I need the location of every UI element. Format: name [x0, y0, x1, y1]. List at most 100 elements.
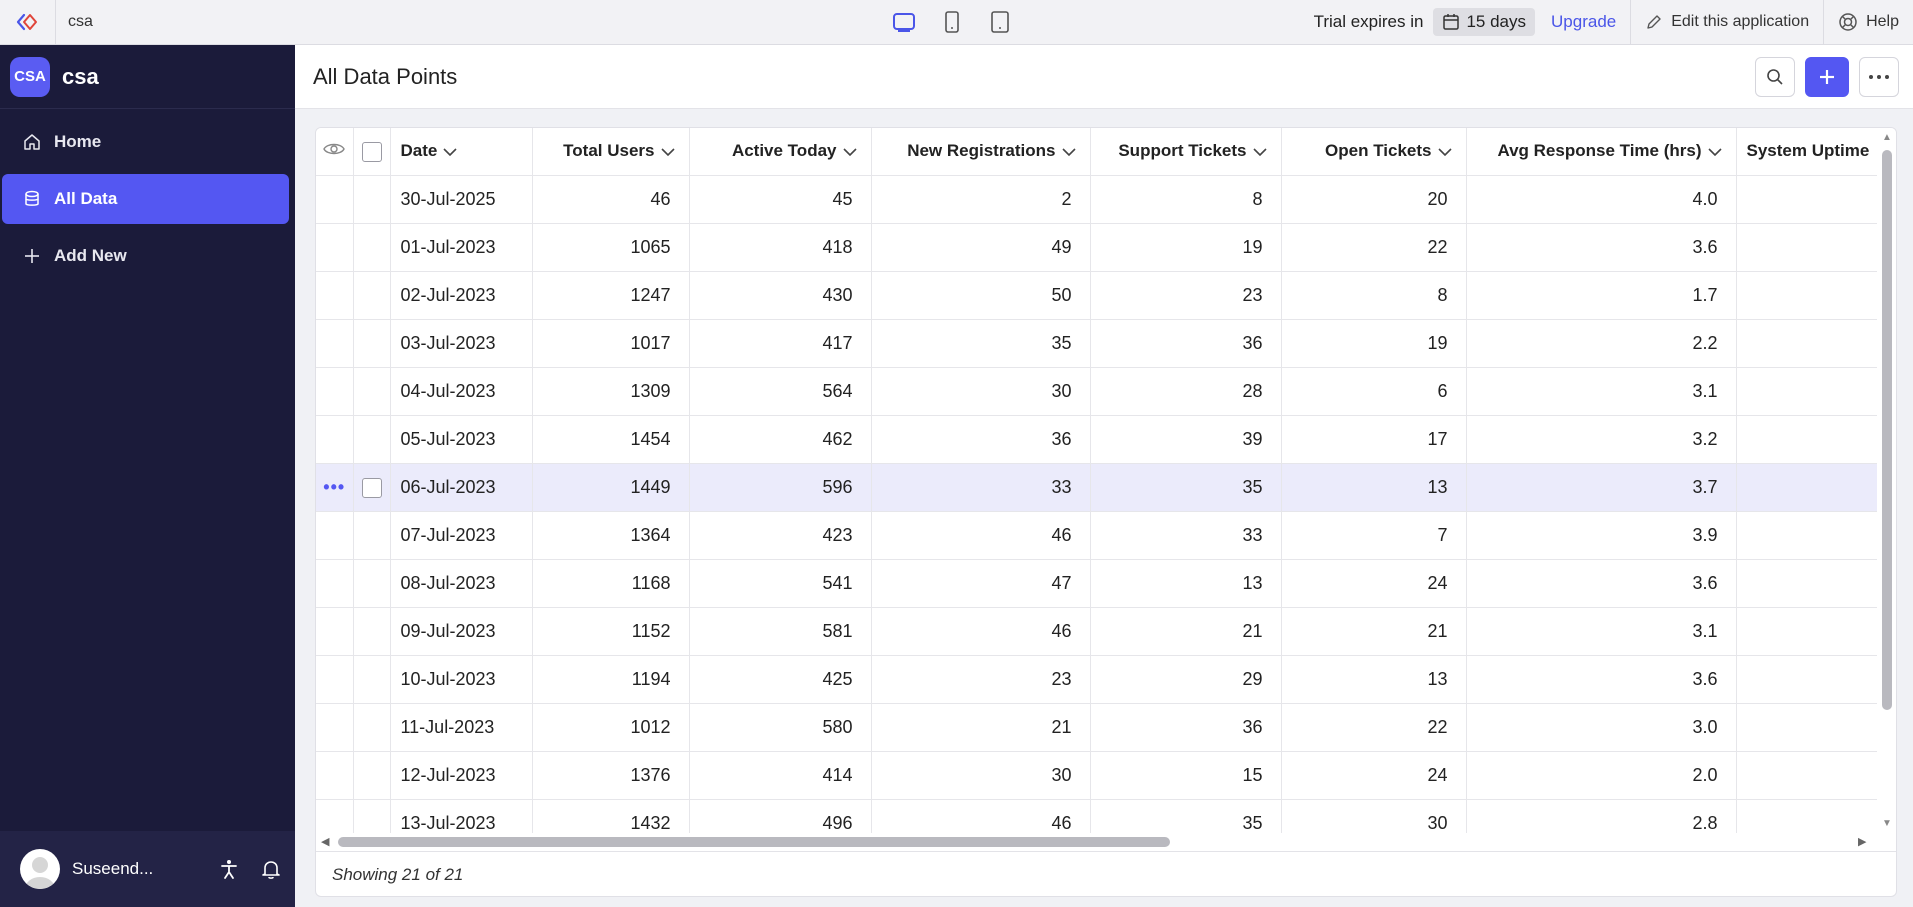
table-cell[interactable]	[1736, 319, 1879, 368]
row-actions-cell[interactable]	[316, 559, 354, 608]
table-cell[interactable]: 30	[871, 751, 1091, 800]
horizontal-scrollbar[interactable]: ◀ ▶	[316, 833, 1879, 851]
row-checkbox-cell[interactable]	[353, 607, 391, 656]
table-cell[interactable]: 29	[1090, 655, 1282, 704]
table-row[interactable]: 12-Jul-2023 1376 414 30 15 24 2.0	[316, 751, 1879, 800]
table-cell[interactable]: 1449	[532, 463, 690, 512]
row-actions-cell[interactable]: •••	[316, 463, 354, 512]
table-cell[interactable]: 36	[1090, 703, 1282, 752]
table-cell[interactable]: 02-Jul-2023	[390, 271, 533, 320]
table-cell[interactable]: 2.8	[1466, 799, 1737, 833]
table-cell[interactable]: 24	[1281, 751, 1467, 800]
table-cell[interactable]: 3.1	[1466, 607, 1737, 656]
table-cell[interactable]: 30	[871, 367, 1091, 416]
avatar[interactable]	[20, 849, 60, 889]
column-header-avg-response-time[interactable]: Avg Response Time (hrs)	[1466, 128, 1737, 176]
table-cell[interactable]: 13-Jul-2023	[390, 799, 533, 833]
table-cell[interactable]: 35	[871, 319, 1091, 368]
table-cell[interactable]: 22	[1281, 703, 1467, 752]
row-actions-cell[interactable]	[316, 655, 354, 704]
row-checkbox[interactable]	[361, 477, 382, 498]
table-row[interactable]: 01-Jul-2023 1065 418 49 19 22 3.6	[316, 223, 1879, 272]
table-cell[interactable]: 3.6	[1466, 559, 1737, 608]
table-row[interactable]: 10-Jul-2023 1194 425 23 29 13 3.6	[316, 655, 1879, 704]
more-options-button[interactable]	[1859, 57, 1899, 97]
table-cell[interactable]: 423	[689, 511, 872, 560]
table-row[interactable]: 09-Jul-2023 1152 581 46 21 21 3.1	[316, 607, 1879, 656]
table-cell[interactable]: 47	[871, 559, 1091, 608]
row-actions-cell[interactable]	[316, 415, 354, 464]
table-cell[interactable]	[1736, 223, 1879, 272]
table-cell[interactable]: 49	[871, 223, 1091, 272]
row-actions-cell[interactable]	[316, 607, 354, 656]
row-checkbox-cell[interactable]	[353, 175, 391, 224]
row-actions-cell[interactable]	[316, 367, 354, 416]
table-cell[interactable]	[1736, 655, 1879, 704]
horizontal-scroll-thumb[interactable]	[338, 837, 1170, 847]
table-cell[interactable]	[1736, 511, 1879, 560]
table-cell[interactable]: 3.0	[1466, 703, 1737, 752]
table-cell[interactable]: 15	[1090, 751, 1282, 800]
scroll-right-icon[interactable]: ▶	[1858, 835, 1866, 848]
table-cell[interactable]: 1.7	[1466, 271, 1737, 320]
table-cell[interactable]: 1012	[532, 703, 690, 752]
table-cell[interactable]: 12-Jul-2023	[390, 751, 533, 800]
table-cell[interactable]: 22	[1281, 223, 1467, 272]
table-cell[interactable]: 1017	[532, 319, 690, 368]
table-row[interactable]: 11-Jul-2023 1012 580 21 36 22 3.0	[316, 703, 1879, 752]
table-cell[interactable]: 23	[871, 655, 1091, 704]
table-cell[interactable]: 05-Jul-2023	[390, 415, 533, 464]
table-cell[interactable]: 3.7	[1466, 463, 1737, 512]
table-cell[interactable]: 3.6	[1466, 655, 1737, 704]
table-cell[interactable]: 19	[1281, 319, 1467, 368]
table-cell[interactable]: 1454	[532, 415, 690, 464]
table-cell[interactable]: 462	[689, 415, 872, 464]
row-actions-cell[interactable]	[316, 751, 354, 800]
table-cell[interactable]: 28	[1090, 367, 1282, 416]
table-cell[interactable]: 21	[1281, 607, 1467, 656]
table-cell[interactable]: 39	[1090, 415, 1282, 464]
table-cell[interactable]: 04-Jul-2023	[390, 367, 533, 416]
table-cell[interactable]: 1168	[532, 559, 690, 608]
row-checkbox-cell[interactable]	[353, 271, 391, 320]
table-cell[interactable]: 08-Jul-2023	[390, 559, 533, 608]
table-cell[interactable]: 13	[1281, 463, 1467, 512]
table-cell[interactable]: 20	[1281, 175, 1467, 224]
table-cell[interactable]: 596	[689, 463, 872, 512]
row-actions-cell[interactable]	[316, 799, 354, 833]
table-cell[interactable]: 1432	[532, 799, 690, 833]
table-row[interactable]: ••• 06-Jul-2023 1449 596 33 35 13 3.7	[316, 463, 1879, 512]
row-actions-cell[interactable]	[316, 223, 354, 272]
table-cell[interactable]: 46	[871, 799, 1091, 833]
table-cell[interactable]: 417	[689, 319, 872, 368]
table-cell[interactable]: 36	[871, 415, 1091, 464]
edit-application-button[interactable]: Edit this application	[1631, 13, 1823, 31]
table-cell[interactable]: 45	[689, 175, 872, 224]
table-cell[interactable]: 30-Jul-2025	[390, 175, 533, 224]
table-cell[interactable]: 414	[689, 751, 872, 800]
table-cell[interactable]: 3.6	[1466, 223, 1737, 272]
row-checkbox-cell[interactable]	[353, 223, 391, 272]
row-menu-icon[interactable]: •••	[323, 477, 345, 497]
search-button[interactable]	[1755, 57, 1795, 97]
table-cell[interactable]	[1736, 559, 1879, 608]
table-cell[interactable]: 1376	[532, 751, 690, 800]
row-checkbox-cell[interactable]	[353, 799, 391, 833]
table-cell[interactable]: 425	[689, 655, 872, 704]
table-cell[interactable]: 01-Jul-2023	[390, 223, 533, 272]
table-cell[interactable]: 03-Jul-2023	[390, 319, 533, 368]
table-row[interactable]: 13-Jul-2023 1432 496 46 35 30 2.8	[316, 799, 1879, 833]
row-checkbox-cell[interactable]	[353, 415, 391, 464]
scroll-down-icon[interactable]: ▼	[1882, 818, 1892, 829]
column-header-support-tickets[interactable]: Support Tickets	[1090, 128, 1282, 176]
table-cell[interactable]	[1736, 799, 1879, 833]
row-checkbox-cell[interactable]	[353, 751, 391, 800]
app-logo-icon[interactable]	[0, 0, 56, 44]
add-record-button[interactable]	[1805, 57, 1849, 97]
table-cell[interactable]	[1736, 175, 1879, 224]
row-checkbox-cell[interactable]	[353, 655, 391, 704]
sidebar-item-all-data[interactable]: All Data	[2, 174, 289, 224]
table-cell[interactable]: 2.2	[1466, 319, 1737, 368]
table-cell[interactable]: 3.9	[1466, 511, 1737, 560]
table-cell[interactable]: 33	[871, 463, 1091, 512]
